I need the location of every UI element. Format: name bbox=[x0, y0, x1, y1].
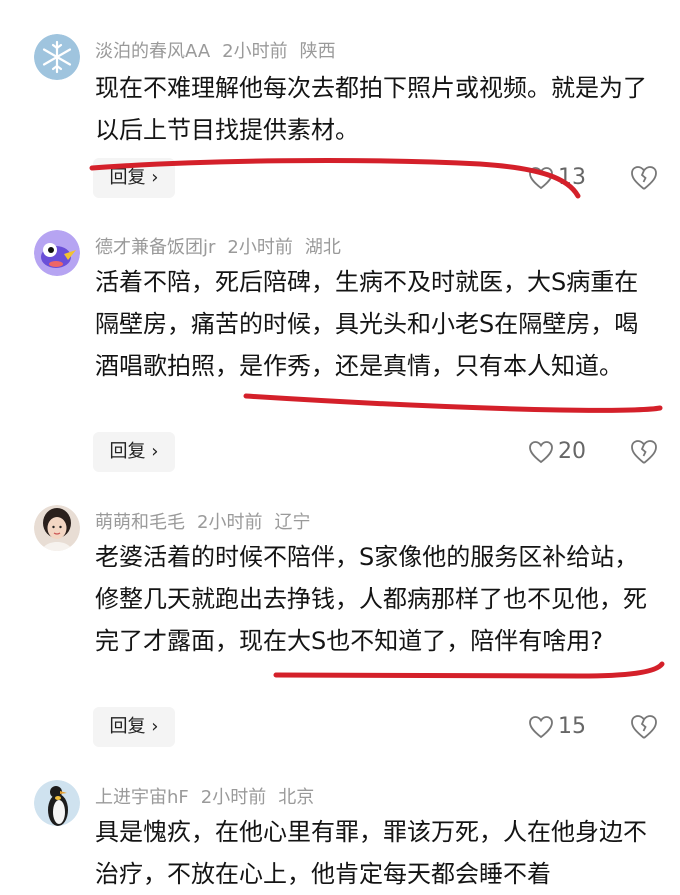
red-underline bbox=[243, 393, 663, 413]
broken-heart-icon[interactable] bbox=[630, 164, 658, 192]
location: 陕西 bbox=[299, 41, 336, 62]
like-count: 15 bbox=[558, 714, 586, 739]
location: 湖北 bbox=[304, 237, 341, 258]
like-count: 20 bbox=[558, 439, 586, 464]
cartoon-bird-avatar[interactable] bbox=[34, 230, 80, 276]
username[interactable]: 上进宇宙hF bbox=[95, 787, 189, 808]
like-button[interactable]: 20 bbox=[528, 432, 586, 472]
red-underline bbox=[273, 661, 665, 679]
username[interactable]: 萌萌和毛毛 bbox=[95, 512, 185, 533]
location: 北京 bbox=[278, 787, 315, 808]
heart-icon bbox=[529, 441, 553, 464]
like-button[interactable]: 13 bbox=[528, 158, 586, 198]
heart-icon bbox=[529, 167, 553, 190]
penguin-avatar[interactable] bbox=[34, 780, 80, 826]
broken-heart-icon[interactable] bbox=[630, 438, 658, 466]
comment-meta: 德才兼备饭团jr 2小时前 湖北 bbox=[95, 233, 353, 259]
timestamp: 2小时前 bbox=[227, 237, 293, 258]
heart-icon bbox=[529, 716, 553, 739]
like-count: 13 bbox=[558, 165, 586, 190]
girl-photo-avatar[interactable] bbox=[34, 505, 80, 551]
comment-text: 具是愧疚，在他心里有罪，罪该万死，人在他身边不治疗，不放在心上，他肯定每天都会睡… bbox=[95, 818, 647, 888]
broken-heart-icon[interactable] bbox=[630, 713, 658, 741]
comment-text: 活着不陪，死后陪碑，生病不及时就医，大S病重在隔壁房，痛苦的时候，具光头和小老S… bbox=[95, 268, 639, 380]
timestamp: 2小时前 bbox=[197, 512, 263, 533]
reply-button[interactable]: 回复 › bbox=[93, 158, 175, 198]
comment-meta: 淡泊的春风AA 2小时前 陕西 bbox=[95, 37, 348, 63]
timestamp: 2小时前 bbox=[200, 787, 267, 808]
reply-button[interactable]: 回复 › bbox=[93, 432, 175, 472]
location: 辽宁 bbox=[274, 512, 311, 533]
reply-button[interactable]: 回复 › bbox=[93, 707, 175, 747]
comment-text: 老婆活着的时候不陪伴，S家像他的服务区补给站，修整几天就跑出去挣钱，人都病那样了… bbox=[95, 543, 647, 655]
comment-meta: 上进宇宙hF 2小时前 北京 bbox=[95, 783, 326, 809]
like-button[interactable]: 15 bbox=[528, 707, 586, 747]
timestamp: 2小时前 bbox=[222, 41, 288, 62]
snowflake-avatar[interactable] bbox=[34, 34, 80, 80]
comment-meta: 萌萌和毛毛 2小时前 辽宁 bbox=[95, 508, 322, 534]
comment-text: 现在不难理解他每次去都拍下照片或视频。就是为了以后上节目找提供素材。 bbox=[95, 74, 647, 144]
username[interactable]: 德才兼备饭团jr bbox=[95, 237, 215, 258]
username[interactable]: 淡泊的春风AA bbox=[95, 41, 210, 62]
